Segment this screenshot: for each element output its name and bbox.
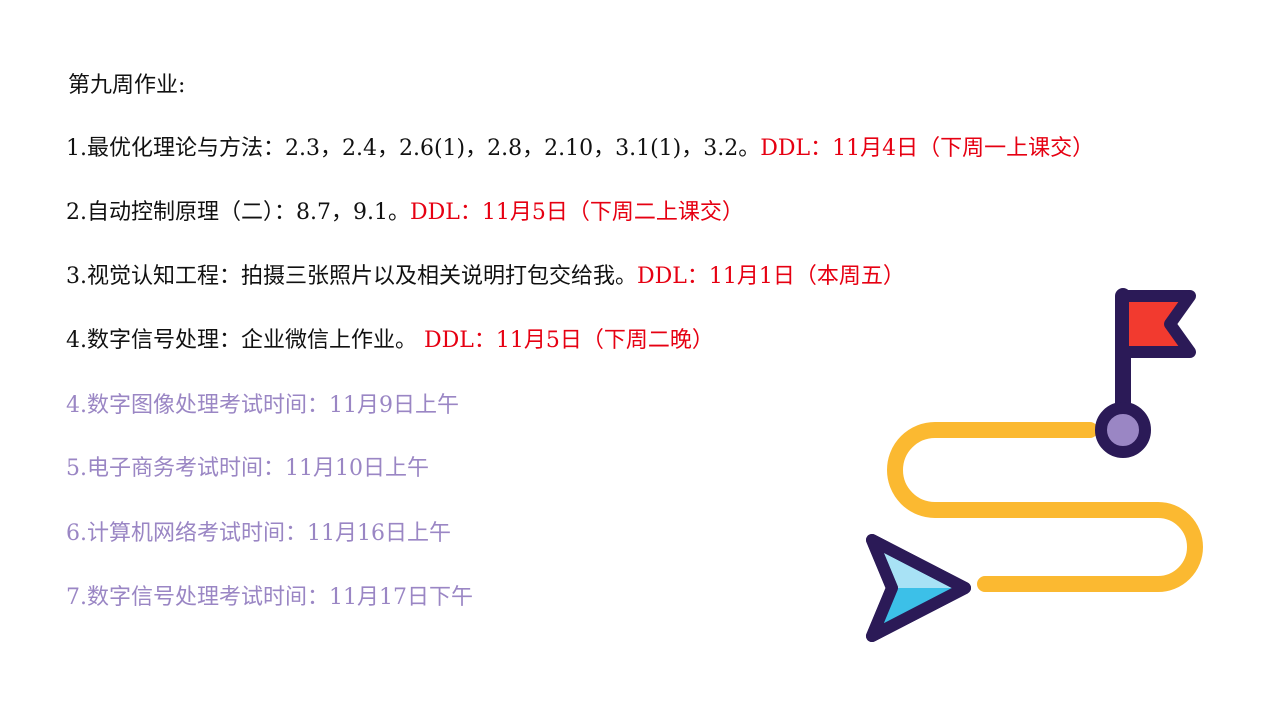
exam-item-4: 7.数字信号处理考试时间：11月17日下午 — [66, 585, 473, 610]
homework-item-4: 4.数字信号处理：企业微信上作业。 DDL：11月5日（下周二晚） — [66, 323, 714, 359]
homework-item-text: 3.视觉认知工程：拍摄三张照片以及相关说明打包交给我。 — [66, 264, 637, 289]
homework-item-3: 3.视觉认知工程：拍摄三张照片以及相关说明打包交给我。DDL：11月1日（本周五… — [66, 259, 905, 295]
homework-item-text: 2.自动控制原理（二）：8.7，9.1。 — [66, 200, 410, 225]
winding-road-icon — [887, 422, 1203, 592]
exam-item-2: 5.电子商务考试时间：11月10日上午 — [66, 456, 429, 481]
slide-title: 第九周作业: — [68, 73, 186, 98]
homework-deadline: DDL：11月5日（下周二晚） — [424, 328, 714, 353]
roadmap-illustration — [866, 288, 1203, 642]
exam-item-3: 6.计算机网络考试时间：11月16日上午 — [66, 521, 451, 546]
flag-icon — [1095, 288, 1196, 458]
slide: 第九周作业: 1.最优化理论与方法：2.3，2.4，2.6(1)，2.8，2.1… — [0, 0, 1280, 720]
homework-deadline: DDL：11月4日（下周一上课交） — [760, 136, 1095, 161]
homework-item-1: 1.最优化理论与方法：2.3，2.4，2.6(1)，2.8，2.10，3.1(1… — [66, 131, 1094, 167]
homework-item-text: 1.最优化理论与方法：2.3，2.4，2.6(1)，2.8，2.10，3.1(1… — [66, 136, 761, 161]
homework-deadline: DDL：11月5日（下周二上课交） — [409, 200, 744, 225]
exam-item-1: 4.数字图像处理考试时间：11月9日上午 — [66, 393, 459, 418]
cursor-arrow-icon — [866, 534, 971, 642]
homework-item-text: 4.数字信号处理：企业微信上作业。 — [66, 328, 424, 353]
homework-item-2: 2.自动控制原理（二）：8.7，9.1。DDL：11月5日（下周二上课交） — [66, 195, 744, 231]
